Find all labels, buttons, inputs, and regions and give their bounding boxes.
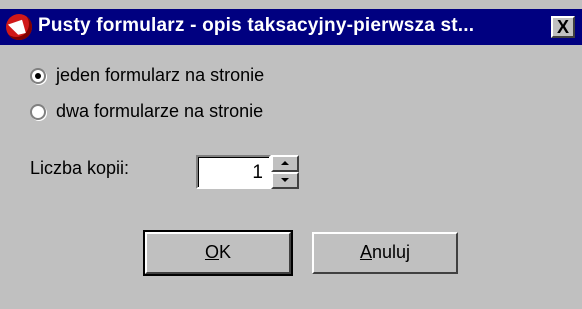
radio-label-two-per-page: dwa formularze na stronie [56, 101, 264, 121]
radio-one-per-page[interactable]: jeden formularz na stronie [30, 65, 264, 86]
radio-button-unchecked[interactable] [30, 103, 46, 120]
close-icon: X [556, 17, 569, 37]
ok-button[interactable]: OK [143, 230, 293, 276]
spin-up-button[interactable] [271, 155, 299, 172]
ok-accesskey: O [204, 242, 219, 262]
cancel-label-rest: nuluj [371, 242, 411, 262]
copies-input[interactable]: 1 [196, 155, 271, 189]
close-button[interactable]: X [551, 16, 575, 38]
spin-down-button[interactable] [271, 172, 299, 189]
copies-label: Liczba kopii: [30, 158, 130, 178]
app-icon [6, 14, 32, 40]
window-title: Pusty formularz - opis taksacyjny-pierws… [38, 15, 475, 36]
title-bar[interactable]: Pusty formularz - opis taksacyjny-pierws… [0, 9, 582, 45]
ok-label-rest: K [219, 242, 232, 262]
cancel-accesskey: A [359, 242, 372, 262]
cancel-button[interactable]: Anuluj [312, 232, 458, 274]
radio-button-checked[interactable] [30, 67, 46, 84]
print-options-dialog: Pusty formularz - opis taksacyjny-pierws… [0, 0, 582, 309]
radio-two-per-page[interactable]: dwa formularze na stronie [30, 101, 263, 122]
radio-label-one-per-page: jeden formularz na stronie [56, 65, 265, 85]
